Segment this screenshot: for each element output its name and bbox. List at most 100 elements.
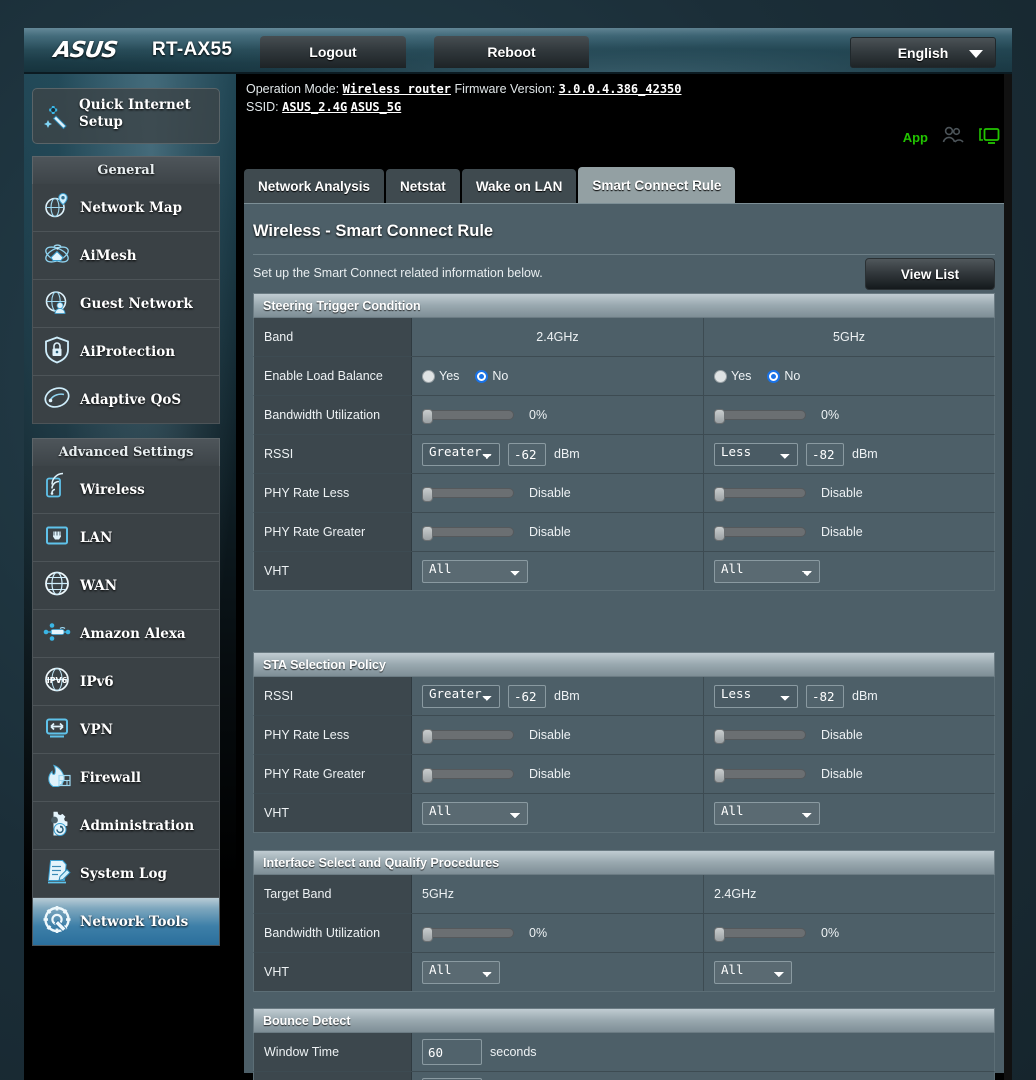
sidebar-item-adaptive-qos[interactable]: Adaptive QoS (32, 376, 220, 424)
sidebar-item-lan[interactable]: LAN (32, 514, 220, 562)
bandwidth-5-slider[interactable] (714, 409, 806, 424)
tab-wake-on-lan[interactable]: Wake on LAN (461, 169, 577, 205)
title-divider (253, 254, 995, 255)
sta-rssi-24-value-input[interactable] (508, 684, 546, 708)
iface-vht-b-select[interactable]: All (714, 960, 792, 984)
rssi-5-value-input[interactable] (806, 442, 844, 466)
sta-phy-less-24-slider[interactable] (422, 729, 514, 744)
sta-phy-greater-24-slider[interactable] (422, 768, 514, 783)
load-balance-5-yes-option[interactable]: Yes (714, 369, 751, 383)
page-description: Set up the Smart Connect related informa… (253, 266, 543, 280)
sidebar-item-network-tools[interactable]: Network Tools (32, 898, 220, 946)
load-balance-24-yes-option[interactable]: Yes (422, 369, 459, 383)
load-balance-5-no-option[interactable]: No (767, 369, 800, 383)
sidebar-item-label: Firewall (80, 769, 142, 786)
app-link[interactable]: App (903, 130, 928, 145)
row-label: PHY Rate Greater (254, 755, 412, 793)
sta-vht-24-select[interactable]: All (422, 801, 528, 825)
slider-knob[interactable] (714, 526, 725, 541)
language-selector-label: English (897, 45, 949, 61)
rssi-5-operator-select[interactable]: Less (714, 442, 798, 466)
slider-knob[interactable] (714, 927, 725, 942)
reboot-button[interactable]: Reboot (434, 36, 589, 68)
app-banner: ASUS RT-AX55 Logout Reboot English (24, 28, 1012, 74)
slider-knob[interactable] (714, 729, 725, 744)
sta-rssi-24-operator-select[interactable]: Greater (422, 684, 500, 708)
slider-knob[interactable] (714, 409, 725, 424)
sta-phy-greater-5-slider[interactable] (714, 768, 806, 783)
load-balance-5ghz-cell: Yes No (704, 357, 994, 395)
sidebar-item-aimesh[interactable]: AiMesh (32, 232, 220, 280)
clients-people-icon[interactable] (942, 126, 964, 149)
sidebar-item-label: System Log (80, 865, 167, 882)
slider-knob[interactable] (422, 927, 433, 942)
phy-greater-24-slider[interactable] (422, 526, 514, 541)
radio-no-24[interactable] (475, 369, 489, 383)
sidebar-item-wireless[interactable]: Wireless (32, 466, 220, 514)
phy-less-24-slider[interactable] (422, 487, 514, 502)
radio-yes-24[interactable] (422, 369, 435, 383)
slider-knob[interactable] (422, 526, 433, 541)
phy-less-5-slider[interactable] (714, 487, 806, 502)
slider-knob[interactable] (714, 768, 725, 783)
rssi-24-operator-select[interactable]: Greater (422, 442, 500, 466)
table-row-counts: Counts (253, 1072, 995, 1080)
sidebar-item-ipv6[interactable]: IPV6 IPv6 (32, 658, 220, 706)
tab-smart-connect-rule[interactable]: Smart Connect Rule (578, 167, 736, 205)
usb-monitor-icon[interactable] (978, 126, 1000, 149)
language-selector[interactable]: English (850, 37, 996, 68)
sta-vht-5-select[interactable]: All (714, 801, 820, 825)
view-list-button[interactable]: View List (865, 258, 995, 290)
table-row-vht: VHT All All (253, 794, 995, 833)
slider-knob[interactable] (422, 729, 433, 744)
router-model-name: RT-AX55 (152, 39, 233, 60)
sidebar-item-label: LAN (80, 529, 113, 546)
sta-phy-less-5-slider[interactable] (714, 729, 806, 744)
row-label: PHY Rate Less (254, 716, 412, 754)
sidebar-item-vpn[interactable]: VPN (32, 706, 220, 754)
slider-knob[interactable] (422, 487, 433, 502)
window-time-input[interactable] (422, 1039, 482, 1065)
ssid-24g-link[interactable]: ASUS_2.4G (282, 100, 347, 114)
sta-vht-5ghz-cell: All (704, 794, 994, 832)
phy-less-24-value: Disable (529, 486, 571, 500)
table-row-enable-load-balance: Enable Load Balance Yes No Yes No (253, 357, 995, 396)
tab-network-analysis[interactable]: Network Analysis (244, 169, 385, 205)
slider-knob[interactable] (714, 487, 725, 502)
operation-mode-value[interactable]: Wireless router (343, 82, 451, 96)
tab-netstat[interactable]: Netstat (386, 169, 460, 205)
phy-greater-5-slider[interactable] (714, 526, 806, 541)
vht-24-select[interactable]: All (422, 559, 528, 583)
bandwidth-24-slider[interactable] (422, 409, 514, 424)
firmware-version-value[interactable]: 3.0.0.4.386_42350 (559, 82, 682, 96)
sidebar-item-wan[interactable]: WAN (32, 562, 220, 610)
sidebar-item-guest-network[interactable]: Guest Network (32, 280, 220, 328)
load-balance-24-no-option[interactable]: No (475, 369, 508, 383)
rssi-24-value-input[interactable] (508, 442, 546, 466)
sidebar-item-administration[interactable]: Administration (32, 802, 220, 850)
vertical-scrollbar[interactable] (1004, 74, 1012, 1080)
guest-network-icon (42, 286, 72, 321)
sta-rssi-5-value-input[interactable] (806, 684, 844, 708)
ssid-5g-link[interactable]: ASUS_5G (351, 100, 402, 114)
radio-no-5[interactable] (767, 369, 781, 383)
quick-internet-setup-button[interactable]: Quick Internet Setup (32, 88, 220, 144)
slider-knob[interactable] (422, 768, 433, 783)
sidebar-item-amazon-alexa[interactable]: Amazon Alexa (32, 610, 220, 658)
slider-knob[interactable] (422, 409, 433, 424)
sidebar-item-system-log[interactable]: System Log (32, 850, 220, 898)
phy-less-24ghz-cell: Disable (412, 474, 704, 512)
sidebar-item-network-map[interactable]: Network Map (32, 184, 220, 232)
iface-vht-a-select[interactable]: All (422, 960, 500, 984)
radio-label: Yes (439, 369, 460, 383)
row-label: PHY Rate Greater (254, 513, 412, 551)
sidebar-item-aiprotection[interactable]: AiProtection (32, 328, 220, 376)
iface-bandwidth-a-slider[interactable] (422, 927, 514, 942)
sta-rssi-5-operator-select[interactable]: Less (714, 684, 798, 708)
vht-5-select[interactable]: All (714, 559, 820, 583)
sidebar-item-label: AiProtection (80, 343, 176, 360)
sidebar-item-firewall[interactable]: Firewall (32, 754, 220, 802)
iface-bandwidth-b-slider[interactable] (714, 927, 806, 942)
logout-button[interactable]: Logout (260, 36, 406, 68)
radio-yes-5[interactable] (714, 369, 727, 383)
